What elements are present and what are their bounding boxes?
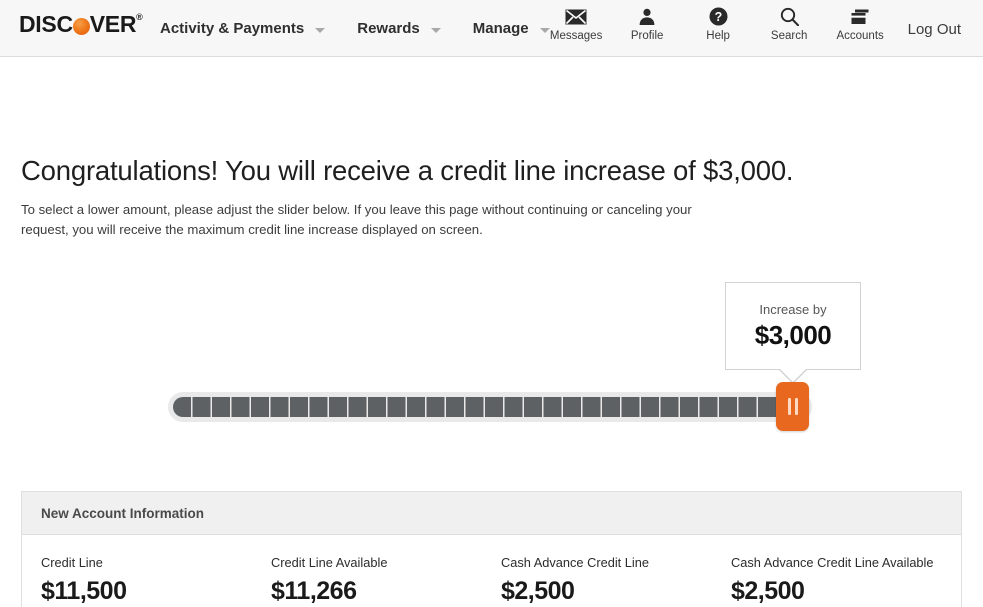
util-item-messages[interactable]: Messages [541,6,612,42]
stat-value: $2,500 [731,577,805,605]
slider-handle[interactable] [776,382,809,431]
util-item-label: Accounts [836,30,884,42]
nav-item-label: Rewards [357,20,420,37]
callout-label: Increase by [759,301,827,317]
person-icon [638,6,656,27]
nav-item-label: Manage [472,20,529,37]
primary-nav: Activity & Payments Rewards Manage [160,0,582,57]
chevron-down-icon [315,28,326,33]
stat-value: $11,500 [41,577,127,605]
logo-trademark: ® [136,12,143,22]
logo-text-post: VER [89,10,137,37]
slider-track[interactable] [168,392,812,422]
card-header: New Account Information [22,492,961,535]
magnifier-icon [780,6,799,27]
svg-text:?: ? [714,10,722,24]
util-item-profile[interactable]: Profile [612,6,683,42]
util-item-label: Help [706,30,730,42]
drag-grip-icon [794,398,798,415]
nav-item-label: Activity & Payments [160,20,305,37]
nav-item-activity-payments[interactable]: Activity & Payments [160,20,326,37]
stat-value: $11,266 [271,577,357,605]
callout-pointer [780,369,806,382]
stat-credit-line-available: Credit Line Available $11,266 [271,555,501,606]
discover-orb-icon [72,17,90,35]
slider-segment-marks [173,397,788,417]
page-title: Congratulations! You will receive a cred… [21,155,794,187]
card-body: Credit Line $11,500 Credit Line Availabl… [22,535,961,606]
envelope-icon [565,6,587,27]
stat-label: Credit Line Available [271,555,388,570]
util-item-label: Search [770,30,808,42]
callout-value: $3,000 [754,319,832,350]
utility-nav: Messages Profile ? Help Search Accounts [541,0,983,57]
stat-label: Cash Advance Credit Line Available [731,555,934,570]
cards-icon [850,6,870,27]
util-item-label: Profile [630,30,664,42]
nav-item-manage[interactable]: Manage [473,20,550,37]
question-circle-icon: ? [709,6,728,27]
credit-line-slider: Increase by $3,000 $0 $3,000 $500 $1,000… [0,282,983,462]
logout-link[interactable]: Log Out [908,21,961,38]
stat-credit-line: Credit Line $11,500 [41,555,271,606]
site-header: DISC VER ® Activity & Payments Rewards Man… [0,0,983,57]
stat-label: Cash Advance Credit Line [501,555,649,570]
nav-item-rewards[interactable]: Rewards [357,20,441,37]
slider-value-callout: Increase by $3,000 [725,282,861,370]
page-description: To select a lower amount, please adjust … [21,202,692,238]
stat-value: $2,500 [501,577,575,605]
stat-cash-advance-credit-line: Cash Advance Credit Line $2,500 [501,555,731,606]
new-account-information-card: New Account Information Credit Line $11,… [21,491,962,607]
stat-label: Credit Line [41,555,103,570]
util-item-label: Messages [549,30,603,42]
util-item-search[interactable]: Search [754,6,825,42]
discover-logo[interactable]: DISC VER ® [19,10,143,37]
drag-grip-icon [787,398,791,415]
card-title: New Account Information [41,505,205,521]
util-item-accounts[interactable]: Accounts [825,6,896,42]
slider-track-fill [173,397,788,417]
logo-text-pre: DISC [19,10,73,37]
util-item-help[interactable]: ? Help [683,6,754,42]
stat-cash-advance-credit-line-available: Cash Advance Credit Line Available $2,50… [731,555,961,606]
chevron-down-icon [430,28,441,33]
